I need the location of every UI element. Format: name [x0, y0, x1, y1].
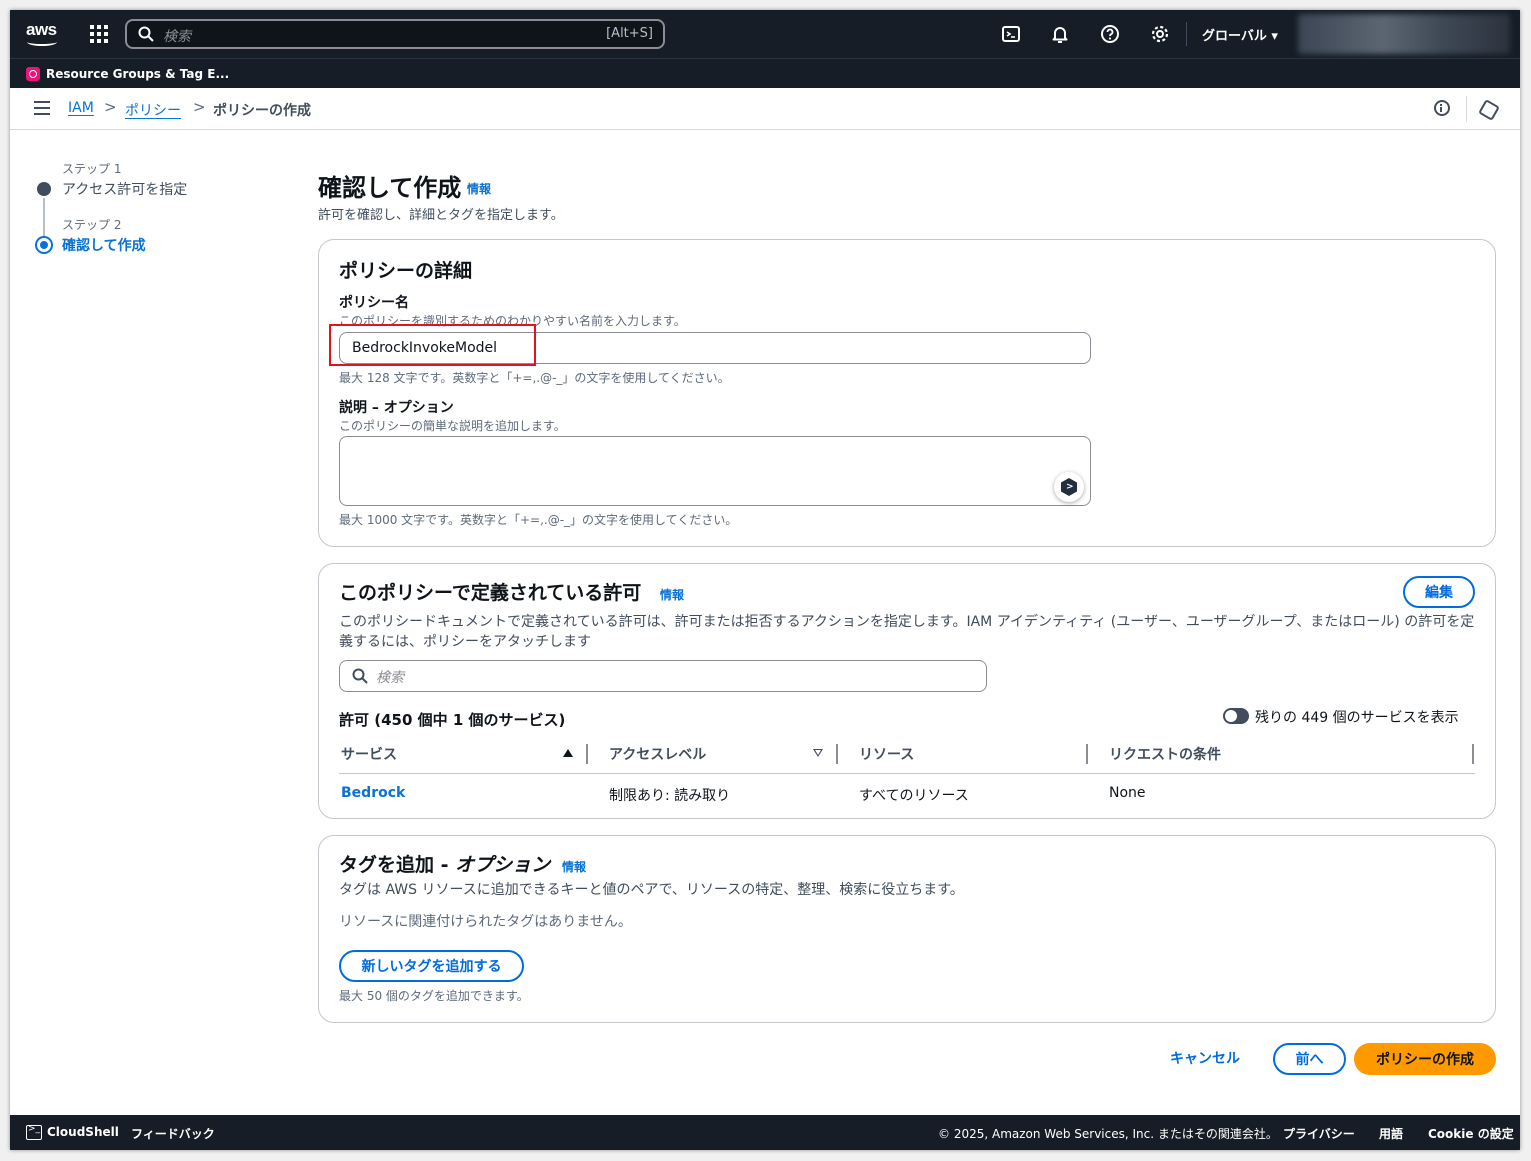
- show-remaining-label: 残りの 449 個のサービスを表示: [1255, 710, 1459, 726]
- breadcrumb-divider: [1466, 96, 1467, 122]
- search-icon: [352, 668, 368, 684]
- add-new-tag-button[interactable]: 新しいタグを追加する: [339, 950, 524, 982]
- step-current-icon: [35, 236, 53, 254]
- highlight-box: [329, 324, 536, 366]
- page-description: 許可を確認し、詳細とタグを指定します。: [318, 208, 564, 223]
- column-request-condition[interactable]: リクエストの条件: [1109, 744, 1221, 764]
- tags-heading: タグを追加 - オプション: [339, 850, 550, 877]
- tags-description: タグは AWS リソースに追加できるキーと値のペアで、リソースの特定、整理、検索…: [339, 882, 964, 898]
- permissions-search-input[interactable]: 検索: [339, 660, 987, 692]
- help-icon[interactable]: [1100, 24, 1120, 44]
- cancel-button[interactable]: キャンセル: [1170, 1048, 1240, 1068]
- tags-limit-hint: 最大 50 個のタグを追加できます。: [339, 989, 529, 1003]
- tags-card: タグを追加 - オプション 情報 タグは AWS リソースに追加できるキーと値の…: [318, 835, 1496, 1023]
- tags-heading-option: オプション: [455, 854, 551, 876]
- ai-arrow-icon: >: [1066, 482, 1074, 492]
- breadcrumb-current: ポリシーの作成: [213, 103, 311, 119]
- description-constraint: 最大 1000 文字です。英数字と「+=,.@-_」の文字を使用してください。: [339, 513, 738, 527]
- tags-empty-text: リソースに関連付けられたタグはありません。: [339, 914, 632, 930]
- step-2-label: ステップ 2: [62, 218, 122, 232]
- previous-button[interactable]: 前へ: [1273, 1043, 1346, 1075]
- cloudshell-icon[interactable]: [1001, 24, 1021, 44]
- cell-resource: すべてのリソース: [859, 788, 969, 804]
- notifications-bell-icon[interactable]: [1050, 24, 1070, 44]
- permissions-description: このポリシードキュメントで定義されている許可は、許可または拒否するアクションを指…: [339, 614, 1475, 650]
- policy-details-heading: ポリシーの詳細: [339, 260, 473, 282]
- cloudshell-icon[interactable]: [26, 1124, 42, 1140]
- search-shortcut: [Alt+S]: [606, 26, 653, 41]
- breadcrumb-separator: >: [193, 98, 206, 116]
- create-policy-button[interactable]: ポリシーの作成: [1354, 1043, 1496, 1075]
- nav-separator: [1186, 22, 1187, 46]
- permissions-count: 許可 (450 個中 1 個のサービス): [339, 711, 566, 729]
- column-divider[interactable]: [586, 744, 588, 764]
- search-icon: [138, 26, 154, 42]
- info-panel-icon[interactable]: [1434, 100, 1450, 116]
- region-selector[interactable]: グローバル ▾: [1202, 25, 1278, 44]
- step-2-name: 確認して作成: [62, 238, 146, 254]
- footer-feedback[interactable]: フィードバック: [131, 1125, 215, 1142]
- global-search-input[interactable]: 検索 [Alt+S]: [125, 19, 665, 49]
- apps-grid-icon[interactable]: [90, 25, 108, 43]
- step-1-label: ステップ 1: [62, 162, 122, 176]
- column-divider[interactable]: [1086, 744, 1088, 764]
- amazon-q-icon[interactable]: [1478, 99, 1500, 121]
- aws-logo[interactable]: aws: [26, 20, 60, 46]
- column-divider[interactable]: [1472, 744, 1474, 764]
- browser-window: aws 検索 [Alt+S] グローバル ▾ Resource Groups &…: [10, 10, 1520, 1150]
- ai-assist-button[interactable]: >: [1054, 472, 1084, 502]
- cell-access-level: 制限あり: 読み取り: [609, 788, 731, 804]
- description-help: このポリシーの簡単な説明を追加します。: [339, 419, 566, 433]
- tags-heading-main: タグを追加 -: [339, 854, 456, 876]
- aws-smile-icon: [27, 38, 57, 46]
- page-info-link[interactable]: 情報: [467, 180, 491, 197]
- step-1-name[interactable]: アクセス許可を指定: [62, 179, 187, 199]
- breadcrumb-bar: IAM > ポリシー > ポリシーの作成: [10, 88, 1520, 130]
- policy-name-constraint: 最大 128 文字です。英数字と「+=,.@-_」の文字を使用してください。: [339, 371, 730, 385]
- policy-name-label: ポリシー名: [339, 295, 409, 311]
- resource-groups-icon: [26, 67, 40, 81]
- column-access-level[interactable]: アクセスレベル: [609, 744, 706, 764]
- top-navigation: aws 検索 [Alt+S] グローバル ▾: [10, 10, 1520, 58]
- column-service[interactable]: サービス: [341, 744, 397, 764]
- sort-icon[interactable]: [813, 749, 823, 757]
- cell-condition: None: [1109, 785, 1146, 801]
- show-remaining-toggle[interactable]: [1223, 708, 1249, 724]
- footer-privacy[interactable]: プライバシー: [1283, 1125, 1355, 1142]
- footer: CloudShell フィードバック © 2025, Amazon Web Se…: [10, 1115, 1520, 1150]
- permissions-info-link[interactable]: 情報: [660, 586, 684, 603]
- cell-service-link[interactable]: Bedrock: [341, 785, 405, 801]
- description-label: 説明 – オプション: [339, 400, 454, 416]
- page-title: 確認して作成: [318, 174, 462, 202]
- table-row: Bedrock 制限あり: 読み取り すべてのリソース None: [339, 778, 1475, 808]
- account-menu-blurred[interactable]: [1298, 14, 1510, 54]
- permissions-search-placeholder: 検索: [376, 670, 404, 686]
- breadcrumb-iam[interactable]: IAM: [68, 100, 94, 116]
- permissions-card: このポリシーで定義されている許可 情報 編集 このポリシードキュメントで定義され…: [318, 563, 1496, 819]
- hamburger-menu-icon[interactable]: [34, 101, 50, 115]
- breadcrumb-separator: >: [104, 98, 117, 116]
- footer-cloudshell[interactable]: CloudShell: [47, 1125, 119, 1139]
- sort-ascending-icon[interactable]: [563, 749, 573, 757]
- footer-copyright: © 2025, Amazon Web Services, Inc. またはその関…: [938, 1127, 1278, 1141]
- table-header: サービス アクセスレベル リソース リクエストの条件: [339, 742, 1475, 774]
- breadcrumb-policies[interactable]: ポリシー: [125, 100, 181, 120]
- favorite-resource-groups[interactable]: Resource Groups & Tag E...: [26, 67, 229, 81]
- description-textarea[interactable]: [339, 436, 1091, 506]
- footer-cookies[interactable]: Cookie の設定: [1428, 1125, 1514, 1142]
- column-divider[interactable]: [836, 744, 838, 764]
- search-placeholder: 検索: [163, 29, 191, 45]
- favorites-bar: Resource Groups & Tag E...: [10, 58, 1520, 88]
- footer-terms[interactable]: 用語: [1379, 1125, 1403, 1142]
- favorite-label: Resource Groups & Tag E...: [46, 67, 230, 81]
- column-resource[interactable]: リソース: [859, 744, 914, 764]
- edit-button[interactable]: 編集: [1403, 576, 1475, 608]
- step-complete-icon: [37, 182, 51, 196]
- permissions-heading: このポリシーで定義されている許可: [339, 582, 642, 604]
- settings-gear-icon[interactable]: [1150, 24, 1170, 44]
- policy-details-card: ポリシーの詳細 ポリシー名 このポリシーを識別するためのわかりやすい名前を入力し…: [318, 239, 1496, 547]
- tags-info-link[interactable]: 情報: [562, 858, 586, 875]
- aws-logo-text: aws: [26, 20, 57, 39]
